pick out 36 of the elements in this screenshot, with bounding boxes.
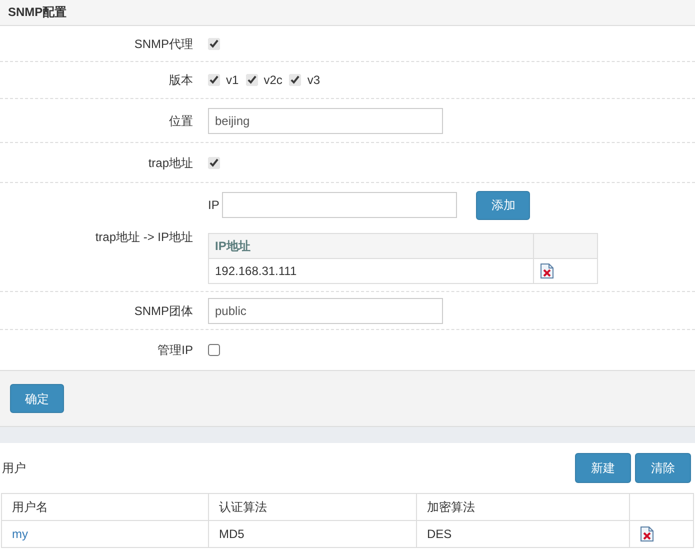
checkbox[interactable] [208, 38, 220, 50]
add-button[interactable]: 添加 [476, 190, 530, 220]
column-header: 用户名 [2, 494, 208, 520]
username-link[interactable]: my [12, 527, 28, 541]
column-header: 加密算法 [416, 494, 630, 520]
checkbox[interactable] [289, 74, 302, 86]
toolbar-button[interactable]: 新建 [575, 453, 631, 483]
table-cell: MD5 [208, 520, 416, 548]
column-header: 认证算法 [208, 494, 416, 520]
field-label: 版本 [168, 72, 193, 89]
table-cell: DES [416, 520, 630, 548]
text-field[interactable]: beijing [208, 108, 443, 134]
panel-title: SNMP配置 [0, 0, 695, 26]
field-label: IP [208, 197, 220, 214]
checkbox[interactable] [208, 156, 220, 168]
toolbar-button[interactable]: 清除 [635, 453, 691, 483]
field-label: SNMP团体 [133, 302, 193, 320]
option-label: v2c [264, 72, 282, 89]
ip-input-field[interactable] [222, 192, 458, 218]
option-label: v3 [307, 72, 320, 89]
section-title: 用户 [2, 460, 26, 477]
checkbox[interactable] [208, 344, 220, 356]
field-label: 管理IP [156, 342, 193, 359]
field-label: 位置 [168, 112, 193, 130]
delete-icon[interactable] [640, 526, 654, 542]
field-label: SNMP代理 [133, 36, 193, 52]
text-field[interactable]: public [208, 298, 443, 324]
field-label: trap地址 -> IP地址 [94, 229, 193, 246]
option-label: v1 [226, 72, 239, 89]
delete-icon[interactable] [540, 262, 554, 278]
table-cell: 192.168.31.111 [208, 258, 534, 283]
confirm-button[interactable]: 确定 [10, 384, 64, 413]
field-label: trap地址 [147, 154, 193, 172]
checkbox[interactable] [208, 74, 220, 86]
checkbox[interactable] [246, 74, 258, 86]
column-header: IP地址 [208, 233, 534, 258]
